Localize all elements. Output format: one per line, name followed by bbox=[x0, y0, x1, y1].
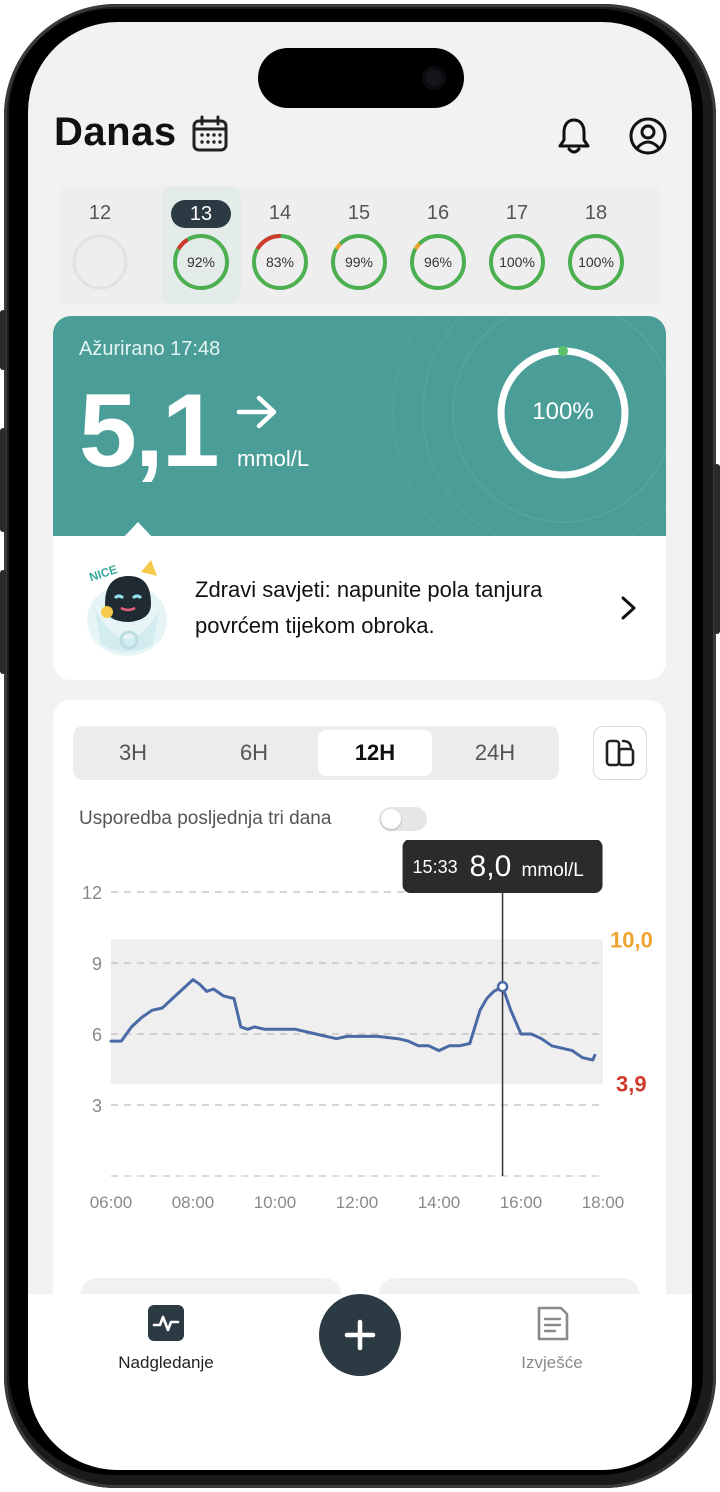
compare-label: Usporedba posljednja tri dana bbox=[79, 808, 332, 829]
range-24h-button[interactable]: 24H bbox=[439, 730, 551, 776]
date-item[interactable]: 17 100% bbox=[477, 186, 557, 304]
date-item[interactable]: 12 bbox=[60, 186, 140, 304]
y-tick-label: 9 bbox=[92, 954, 102, 974]
date-strip: 12 13 92% 14 83% 15 99% 16 96% 17 100% 1… bbox=[60, 186, 660, 304]
report-icon bbox=[537, 1306, 569, 1341]
tooltip-value: 8,0 bbox=[470, 850, 512, 883]
landscape-toggle-button[interactable] bbox=[593, 726, 647, 780]
y-tick-label: 12 bbox=[82, 883, 102, 903]
add-button[interactable] bbox=[319, 1294, 401, 1376]
time-range-selector: 3H 6H 12H 24H bbox=[73, 726, 559, 780]
chevron-right-icon[interactable] bbox=[617, 594, 641, 622]
date-number: 12 bbox=[88, 202, 112, 224]
mascot-icon: NICE bbox=[87, 560, 167, 656]
updated-time: Ažurirano 17:48 bbox=[79, 338, 221, 360]
glucose-summary: Ažurirano 17:48 5,1 mmol/L 100% bbox=[53, 316, 666, 536]
day-empty-ring bbox=[72, 234, 128, 290]
ring-percent: 100% bbox=[578, 254, 614, 270]
range-6h-button[interactable]: 6H bbox=[198, 730, 310, 776]
tab-report[interactable]: Izvješće bbox=[482, 1304, 622, 1373]
dynamic-island bbox=[258, 48, 464, 108]
compare-toggle[interactable] bbox=[379, 807, 427, 831]
page-title: Danas bbox=[54, 110, 177, 154]
x-tick-label: 06:00 bbox=[90, 1193, 133, 1212]
app-screen: Danas 12 13 92% 14 83% 15 99% 16 96% 17 bbox=[28, 22, 692, 1470]
x-tick-label: 16:00 bbox=[500, 1193, 543, 1212]
tab-label: Nadgledanje bbox=[118, 1353, 214, 1372]
day-ring: 83% bbox=[252, 234, 308, 290]
tooltip-time: 15:33 bbox=[413, 857, 458, 877]
side-button-power bbox=[714, 464, 720, 634]
side-button-volume-up bbox=[0, 428, 6, 532]
date-number: 18 bbox=[584, 202, 608, 224]
tip-text: Zdravi savjeti: napunite pola tanjura po… bbox=[195, 577, 543, 638]
plus-icon bbox=[344, 1319, 376, 1351]
x-tick-label: 14:00 bbox=[418, 1193, 461, 1212]
date-number: 13 bbox=[171, 200, 231, 228]
tab-label: Izvješće bbox=[521, 1353, 583, 1372]
monitoring-icon bbox=[148, 1305, 184, 1341]
value-tooltip: 15:33 8,0 mmol/L bbox=[402, 840, 603, 893]
date-number: 15 bbox=[347, 202, 371, 224]
x-tick-label: 18:00 bbox=[582, 1193, 625, 1212]
date-number: 14 bbox=[268, 202, 292, 224]
glucose-value: 5,1 bbox=[79, 373, 220, 489]
date-item[interactable]: 18 100% bbox=[556, 186, 636, 304]
x-tick-label: 08:00 bbox=[172, 1193, 215, 1212]
ring-percent: 100% bbox=[499, 254, 535, 270]
rotate-screen-icon bbox=[605, 739, 635, 767]
x-tick-label: 10:00 bbox=[254, 1193, 297, 1212]
range-12h-button[interactable]: 12H bbox=[318, 730, 432, 776]
day-ring: 100% bbox=[568, 234, 624, 290]
high-threshold-label: 10,0 bbox=[610, 927, 653, 952]
ring-percent: 92% bbox=[187, 254, 215, 270]
day-ring: 100% bbox=[489, 234, 545, 290]
date-number: 16 bbox=[426, 202, 450, 224]
cursor-point bbox=[496, 980, 509, 993]
front-camera bbox=[422, 66, 446, 90]
date-item[interactable]: 15 99% bbox=[319, 186, 399, 304]
y-tick-label: 6 bbox=[92, 1025, 102, 1045]
ring-percent: 96% bbox=[424, 254, 452, 270]
day-ring: 96% bbox=[410, 234, 466, 290]
day-ring: 92% bbox=[173, 234, 229, 290]
side-button-action bbox=[0, 310, 6, 370]
toggle-knob bbox=[381, 809, 401, 829]
side-button-volume-down bbox=[0, 570, 6, 674]
glucose-card[interactable]: Ažurirano 17:48 5,1 mmol/L 100% NICE Zdr… bbox=[53, 316, 666, 680]
date-item[interactable]: 16 96% bbox=[398, 186, 478, 304]
tab-monitoring[interactable]: Nadgledanje bbox=[96, 1304, 236, 1373]
bell-icon[interactable] bbox=[552, 114, 596, 158]
low-threshold-label: 3,9 bbox=[616, 1072, 647, 1097]
tab-bar: Nadgledanje Izvješće bbox=[28, 1294, 692, 1470]
date-number: 17 bbox=[505, 202, 529, 224]
calendar-icon[interactable] bbox=[190, 114, 230, 154]
y-tick-label: 3 bbox=[92, 1096, 102, 1116]
ring-percent: 99% bbox=[345, 254, 373, 270]
profile-icon[interactable] bbox=[626, 114, 670, 158]
x-tick-label: 12:00 bbox=[336, 1193, 379, 1212]
in-range-percent: 100% bbox=[532, 398, 594, 425]
tooltip-unit: mmol/L bbox=[522, 860, 584, 881]
date-item[interactable]: 14 83% bbox=[240, 186, 320, 304]
date-item-selected[interactable]: 13 92% bbox=[161, 186, 241, 304]
ring-percent: 83% bbox=[266, 254, 294, 270]
target-range-band bbox=[111, 939, 603, 1084]
glucose-unit: mmol/L bbox=[237, 446, 310, 471]
health-tip[interactable]: NICE Zdravi savjeti: napunite pola tanju… bbox=[53, 536, 666, 680]
day-ring: 99% bbox=[331, 234, 387, 290]
arrow-right-icon bbox=[236, 395, 277, 429]
range-3h-button[interactable]: 3H bbox=[77, 730, 189, 776]
